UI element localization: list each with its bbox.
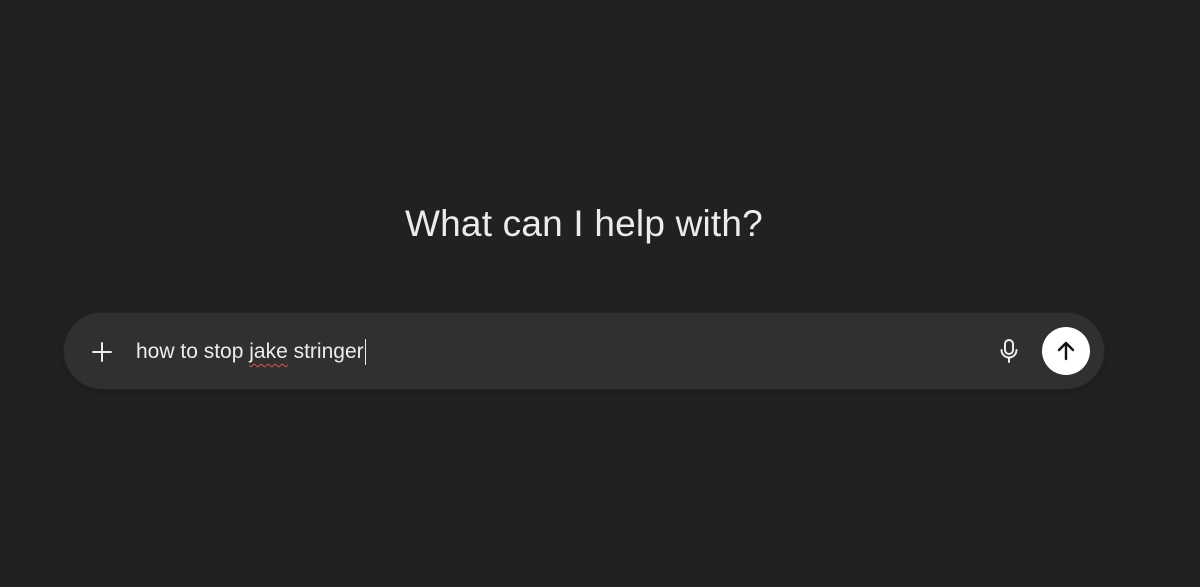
- chat-home: What can I help with? how to stop jake s…: [0, 0, 1200, 587]
- misspelled-word: jake: [249, 340, 288, 363]
- plus-icon: [92, 342, 112, 362]
- prompt-text-part: how to stop: [136, 340, 250, 363]
- prompt-text-part: stringer: [287, 340, 364, 363]
- arrow-up-icon: [1057, 341, 1075, 361]
- page-title: What can I help with?: [405, 203, 763, 244]
- attach-button[interactable]: [82, 334, 122, 370]
- send-button[interactable]: [1042, 327, 1090, 375]
- prompt-input[interactable]: how to stop jake stringer: [136, 335, 976, 369]
- voice-input-button[interactable]: [993, 335, 1025, 367]
- microphone-icon: [1000, 339, 1018, 363]
- text-caret: [364, 339, 367, 365]
